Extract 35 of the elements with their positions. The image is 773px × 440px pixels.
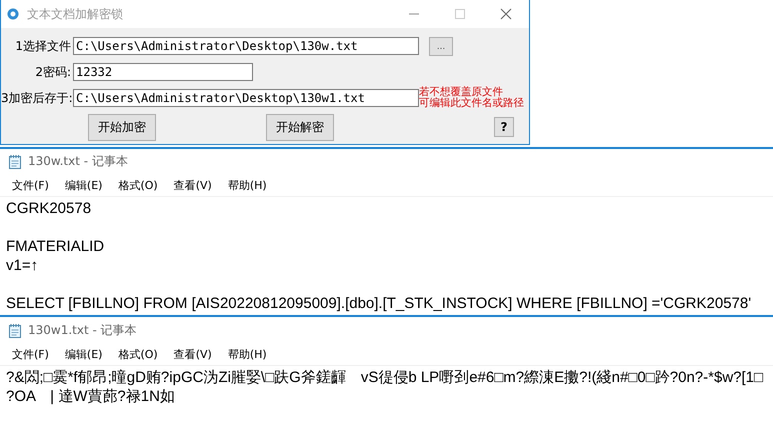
menu-item[interactable]: 格式(O) — [110, 178, 166, 193]
text-line: ?&閦;□霙*f郁昂;曈gD贿?ipGC沩Zi膗婜\□趺G斧鎈齳 vS徥侵b LP嘢刭e#6□m?縩涷E擻?!(綫n#□0□趻?0n?-*$w?[1□ — [6, 368, 764, 387]
menu-item[interactable]: 文件(F) — [4, 346, 57, 362]
text-editor[interactable]: ?&閦;□霙*f郁昂;曈gD贿?ipGC沩Zi膗婜\□趺G斧鎈齳 vS徥侵b LP嘢刭e#6□m?縩涷E擻?!(綫n#□0□趻?0n?-*$w?[1□ ?OA | 達W蕒蓢?禄1N如 — [0, 366, 773, 408]
field-label: 2密码: — [34, 64, 71, 80]
path-field[interactable]: C:\Users\Administrator\Desktop\130w1.txt — [73, 89, 419, 107]
hint-text: 若不想覆盖原文件 可编辑此文件名或路径 — [419, 87, 524, 109]
text-line: CGRK20578 — [6, 199, 92, 218]
text-line: FMATERIALID — [6, 237, 106, 256]
decrypt-button[interactable]: 开始解密 — [266, 114, 334, 140]
window-title: 130w.txt - 记事本 — [28, 153, 128, 170]
field-label: 3加密后存于: — [1, 90, 71, 106]
encrypt-button[interactable]: 开始加密 — [88, 114, 156, 140]
browse-button[interactable]: ... — [429, 36, 453, 56]
menu-item[interactable]: 查看(V) — [166, 178, 220, 193]
menu-item[interactable]: 编辑(E) — [56, 178, 110, 193]
password-field[interactable]: 12332 — [73, 63, 253, 81]
menu-item[interactable]: 编辑(E) — [56, 346, 110, 362]
field-label: 1选择文件 — [14, 38, 71, 54]
menu-item[interactable]: 帮助(H) — [220, 178, 275, 193]
menu-item[interactable]: 文件(F) — [4, 178, 57, 193]
window-title: 130w1.txt - 记事本 — [28, 322, 137, 338]
window-title: 文本文档加解密锁 — [27, 6, 124, 22]
notepad-icon — [8, 154, 22, 170]
menu-item[interactable]: 格式(O) — [110, 346, 166, 362]
app-icon — [7, 8, 19, 20]
path-field[interactable]: C:\Users\Administrator\Desktop\130w.txt — [73, 37, 419, 55]
text-editor[interactable]: CGRK20578 FMATERIALID v1=↑ SELECT [FBILLNO] FROM [AIS20220812095009].[dbo].[T_STK_INSTOCK] WHERE [FBILLNO] ='CGRK20578' — [0, 197, 773, 315]
notepad-icon — [8, 322, 22, 338]
menu-item[interactable]: 帮助(H) — [220, 346, 275, 362]
text-line: ?OA | 達W蕒蓢?禄1N如 — [6, 387, 176, 406]
help-button[interactable]: ? — [494, 117, 514, 137]
text-line: v1=↑ — [6, 256, 40, 275]
text-line: SELECT [FBILLNO] FROM [AIS20220812095009].[dbo].[T_STK_INSTOCK] WHERE [FBILLNO] ='CGRK20578' — [6, 294, 752, 313]
menu-item[interactable]: 查看(V) — [166, 346, 220, 362]
